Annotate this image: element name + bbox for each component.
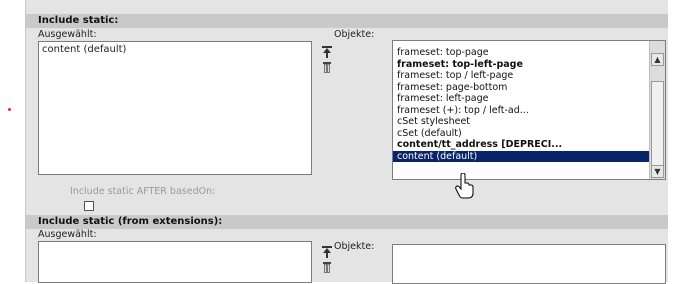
- include-static-extensions-header: Include static (from extensions):: [26, 215, 668, 229]
- objects-list-item[interactable]: frameset: top-page: [393, 47, 665, 59]
- trash-icon[interactable]: [322, 61, 332, 73]
- objects-list[interactable]: frameset: top-page frameset: top-left-pag…: [392, 40, 666, 180]
- selected-item[interactable]: content (default): [42, 44, 126, 55]
- scroll-down-arrow-icon[interactable]: ▼: [651, 165, 664, 178]
- objects-list-item[interactable]: content (default): [393, 150, 665, 162]
- objects-label: Objekte:: [334, 29, 375, 40]
- objects-list-item[interactable]: cSet stylesheet: [393, 116, 665, 128]
- include-static-title: Include static:: [38, 15, 119, 26]
- include-after-basedon-checkbox[interactable]: [84, 201, 94, 211]
- template-form-frame: Include static: Ausgewählt: Objekte: con…: [8, 0, 668, 284]
- objects-list-2[interactable]: [392, 244, 666, 284]
- objects-label-2: Objekte:: [334, 241, 375, 252]
- hand-cursor-icon: [454, 172, 474, 199]
- scroll-up-arrow-icon[interactable]: ▲: [651, 53, 664, 66]
- objects-scrollbar[interactable]: ▲ ▼: [649, 41, 665, 179]
- selected-label-2: Ausgewählt:: [38, 229, 97, 240]
- scroll-thumb[interactable]: [651, 81, 664, 171]
- selected-items-list[interactable]: content (default): [38, 41, 312, 175]
- include-after-basedon-label: Include static AFTER basedOn:: [70, 186, 216, 197]
- move-top-icon[interactable]: [322, 246, 332, 258]
- objects-list-item[interactable]: cSet (default): [393, 128, 665, 140]
- include-static-extensions-title: Include static (from extensions):: [38, 216, 223, 227]
- objects-list-item[interactable]: frameset: left-page: [393, 93, 665, 105]
- selected-label: Ausgewählt:: [38, 29, 97, 40]
- objects-list-item[interactable]: content/tt_address [DEPRECI...: [393, 139, 665, 151]
- selected-items-list-2[interactable]: [38, 241, 312, 283]
- objects-list-item[interactable]: frameset: page-bottom: [393, 82, 665, 94]
- objects-list-item[interactable]: frameset: top / left-page: [393, 70, 665, 82]
- required-marker: [8, 108, 11, 111]
- objects-list-item[interactable]: frameset (+): top / left-ad...: [393, 105, 665, 117]
- include-static-header: Include static:: [26, 14, 668, 28]
- objects-list-item[interactable]: frameset: top-left-page: [393, 59, 665, 71]
- trash-icon[interactable]: [322, 261, 332, 273]
- move-top-icon[interactable]: [322, 46, 332, 58]
